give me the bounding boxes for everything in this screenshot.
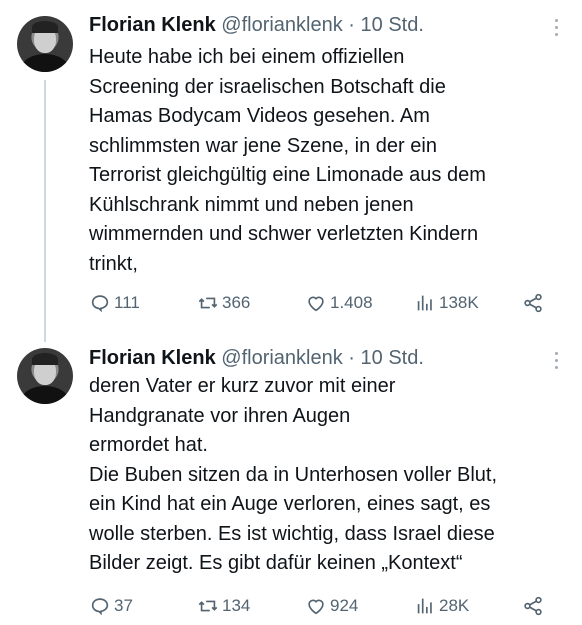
reply-icon <box>91 295 109 313</box>
reply-count: 111 <box>114 293 140 312</box>
avatar[interactable] <box>17 16 73 72</box>
avatar[interactable] <box>17 348 73 404</box>
separator: · <box>348 347 355 369</box>
tweet-header: Florian Klenk @florianklenk · 10 Std. <box>89 346 424 370</box>
heart-icon <box>308 599 324 615</box>
retweet-button[interactable]: 366 <box>197 292 250 314</box>
timestamp[interactable]: 10 Std. <box>361 347 424 369</box>
tweet-text: Heute habe ich bei einem offiziellen Scr… <box>89 46 486 275</box>
like-button[interactable]: 924 <box>305 595 358 617</box>
tweet-1[interactable]: Florian Klenk @florianklenk · 10 Std. He… <box>0 0 582 345</box>
view-count: 138K <box>439 293 479 312</box>
view-count: 28K <box>439 596 470 615</box>
author-handle[interactable]: @florianklenk <box>221 347 342 369</box>
like-count: 924 <box>330 596 359 615</box>
thread-line <box>44 80 46 342</box>
like-button[interactable]: 1.408 <box>305 292 373 314</box>
share-icon <box>524 596 542 616</box>
share-button[interactable] <box>522 292 544 314</box>
action-bar: 111 366 1.408 138K <box>89 292 559 318</box>
share-icon <box>524 293 542 313</box>
views-button[interactable]: 28K <box>414 595 469 617</box>
tweet-2[interactable]: Florian Klenk @florianklenk · 10 Std. de… <box>0 345 582 625</box>
heart-icon <box>308 296 324 312</box>
like-count: 1.408 <box>330 293 373 312</box>
more-icon[interactable] <box>549 352 563 373</box>
more-icon[interactable] <box>549 19 563 40</box>
share-button[interactable] <box>522 595 544 617</box>
views-icon <box>417 598 432 614</box>
retweet-count: 134 <box>222 596 251 615</box>
views-button[interactable]: 138K <box>414 292 479 314</box>
reply-button[interactable]: 37 <box>89 595 133 617</box>
retweet-icon <box>198 297 218 309</box>
retweet-icon <box>198 600 218 612</box>
action-bar: 37 134 924 28K <box>89 595 559 621</box>
reply-button[interactable]: 111 <box>89 292 140 314</box>
views-icon <box>417 295 432 311</box>
retweet-count: 366 <box>222 293 251 312</box>
author-name[interactable]: Florian Klenk <box>89 347 216 369</box>
author-name[interactable]: Florian Klenk <box>89 14 216 36</box>
reply-count: 37 <box>114 596 133 615</box>
timestamp[interactable]: 10 Std. <box>361 14 424 36</box>
retweet-button[interactable]: 134 <box>197 595 250 617</box>
tweet-header: Florian Klenk @florianklenk · 10 Std. <box>89 13 424 37</box>
separator: · <box>348 14 355 36</box>
author-handle[interactable]: @florianklenk <box>221 14 342 36</box>
reply-icon <box>91 598 109 616</box>
tweet-text: deren Vater er kurz zuvor mit einer Hand… <box>89 375 498 574</box>
